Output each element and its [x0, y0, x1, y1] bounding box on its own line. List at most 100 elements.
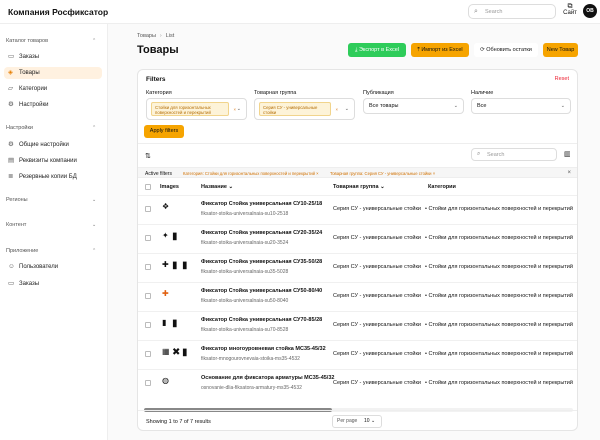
- sidebar-item-products[interactable]: ◈ Товары: [4, 67, 102, 79]
- product-thumbnail: ▮: [172, 231, 178, 242]
- row-checkbox[interactable]: [145, 235, 151, 241]
- product-category-label: Стойки для горизонтальных поверхностей и…: [428, 380, 573, 386]
- remove-chip-icon[interactable]: ×: [316, 171, 318, 176]
- breadcrumb-products[interactable]: Товары: [137, 33, 156, 39]
- table-row[interactable]: ▦ ✖ ▮ Фиксатор многоуровневая стойка МС35-4…: [138, 340, 577, 367]
- sidebar-item-app-orders[interactable]: ▭ Заказы: [4, 278, 102, 290]
- row-checkbox[interactable]: [145, 380, 151, 386]
- refresh-stock-button[interactable]: ⟳ Обновить остатки: [474, 43, 538, 57]
- columns-icon[interactable]: ▥: [564, 150, 571, 158]
- product-name[interactable]: Фиксатор Стойка универсальная СУ20-35/24: [201, 230, 322, 236]
- chevron-up-icon: ⌃: [92, 38, 97, 44]
- sidebar-item-label: Заказы: [19, 54, 40, 60]
- table-row[interactable]: ✦ ▮ Фиксатор Стойка универсальная СУ20-35/…: [138, 224, 577, 251]
- remove-tag-icon[interactable]: ×: [335, 107, 338, 112]
- product-name[interactable]: Фиксатор многоуровневая стойка МС35-45/3…: [201, 346, 326, 352]
- results-summary: Showing 1 to 7 of 7 results: [146, 419, 211, 425]
- row-checkbox[interactable]: [145, 264, 151, 270]
- clear-active-filters-icon[interactable]: ×: [567, 170, 571, 176]
- avatar[interactable]: OB: [583, 4, 597, 18]
- product-name[interactable]: Фиксатор Стойка универсальная СУ70-85/28: [201, 317, 322, 323]
- product-name[interactable]: Фиксатор Стойка универсальная СУ50-80/40: [201, 288, 322, 294]
- chevron-down-icon: ⌄: [92, 222, 97, 228]
- per-page-select[interactable]: Per page 10 ⌄: [332, 415, 382, 428]
- table-row[interactable]: ❖ Фиксатор Стойка универсальная СУ10-25/1…: [138, 195, 577, 222]
- table-row[interactable]: ◍ Основание для фиксатора арматуры МС35-4…: [138, 369, 577, 396]
- group-filter-select[interactable]: Серия СУ - универсальные стойки × ⌄: [254, 98, 355, 120]
- sidebar-item-orders[interactable]: ▭ Заказы: [4, 51, 102, 63]
- sidebar-section-app[interactable]: Приложение ⌃: [6, 248, 102, 254]
- product-name[interactable]: Фиксатор Стойка универсальная СУ35-50/28: [201, 259, 322, 265]
- sidebar-section-content[interactable]: Контент ⌄: [6, 222, 102, 228]
- sidebar-item-settings[interactable]: ⚙ Настройки: [4, 99, 102, 111]
- row-checkbox[interactable]: [145, 351, 151, 357]
- reset-filters-link[interactable]: Reset: [555, 76, 569, 82]
- sidebar-item-label: Настройки: [19, 102, 49, 108]
- table-row[interactable]: ▮ ▮ Фиксатор Стойка универсальная СУ70-85/…: [138, 311, 577, 338]
- table-row[interactable]: ✚ Фиксатор Стойка универсальная СУ50-80/4…: [138, 282, 577, 309]
- chevron-down-icon: ⌄: [92, 197, 97, 203]
- orders-icon: ▭: [8, 53, 15, 60]
- publication-filter-select[interactable]: Все товары ⌄: [363, 98, 464, 114]
- sidebar-item-general-settings[interactable]: ⚙ Общие настройки: [4, 139, 102, 151]
- remove-tag-icon[interactable]: ×: [233, 107, 236, 112]
- import-excel-button[interactable]: ⤒ Импорт из Excel: [411, 43, 469, 57]
- new-product-button[interactable]: New Товар: [543, 43, 578, 57]
- row-checkbox[interactable]: [145, 206, 151, 212]
- select-all-checkbox[interactable]: [145, 184, 151, 190]
- product-images[interactable]: ❖: [162, 202, 192, 216]
- site-link[interactable]: ⧉ Сайт: [562, 3, 578, 17]
- category-filter-select[interactable]: Стойки для горизонтальных поверхностей и…: [146, 98, 247, 120]
- product-images[interactable]: ▦ ✖ ▮: [162, 347, 192, 361]
- table-search-placeholder: Search: [487, 152, 505, 158]
- product-images[interactable]: ◍: [162, 376, 192, 390]
- per-page-label: Per page: [337, 418, 358, 424]
- table-search-input[interactable]: ⌕ Search: [471, 148, 557, 161]
- stock-filter-select[interactable]: Все ⌄: [471, 98, 571, 114]
- active-filter-chip[interactable]: Категория: Стойки для горизонтальных пов…: [183, 171, 319, 176]
- product-images[interactable]: ▮ ▮: [162, 318, 192, 332]
- publication-filter-value: Все товары: [369, 103, 399, 109]
- sidebar-section-regions[interactable]: Регионы ⌄: [6, 197, 102, 203]
- stock-filter-label: Наличие: [471, 90, 494, 96]
- product-category-label: Стойки для горизонтальных поверхностей и…: [428, 351, 573, 357]
- sort-icon[interactable]: ⇅: [145, 152, 151, 160]
- apply-filters-button[interactable]: Apply filters: [144, 125, 184, 138]
- per-page-value: 10 ⌄: [364, 418, 376, 424]
- row-checkbox[interactable]: [145, 293, 151, 299]
- orders-icon: ▭: [8, 280, 15, 287]
- product-name[interactable]: Основание для фиксатора арматуры МС35-45…: [201, 375, 334, 381]
- product-category-label: Стойки для горизонтальных поверхностей и…: [428, 235, 573, 241]
- sidebar-item-company-details[interactable]: ▤ Реквизиты компании: [4, 155, 102, 167]
- active-filter-chip[interactable]: Товарная группа: Серия СУ - универсальны…: [330, 171, 435, 176]
- product-category: • Стойки для горизонтальных поверхностей…: [425, 235, 573, 241]
- row-checkbox[interactable]: [145, 322, 151, 328]
- sort-chevron-icon: ⌄: [380, 184, 385, 190]
- remove-chip-icon[interactable]: ×: [433, 171, 435, 176]
- column-header-group[interactable]: Товарная группа ⌄: [333, 184, 385, 190]
- sidebar-section-label: Приложение: [6, 248, 39, 254]
- site-link-label: Сайт: [563, 10, 577, 16]
- stock-filter-value: Все: [477, 103, 487, 109]
- brand-name[interactable]: Компания Росфиксатор: [8, 7, 108, 17]
- column-header-name[interactable]: Название ⌄: [201, 184, 233, 190]
- product-images[interactable]: ✦ ▮: [162, 231, 192, 245]
- sidebar-item-users[interactable]: ☺ Пользователи: [4, 261, 102, 273]
- product-images[interactable]: ✚ ▮ ▮: [162, 260, 192, 274]
- product-thumbnail: ✚: [162, 289, 169, 298]
- table-row[interactable]: ✚ ▮ ▮ Фиксатор Стойка универсальная СУ35-50…: [138, 253, 577, 280]
- sidebar-item-categories[interactable]: ▱ Категории: [4, 83, 102, 95]
- sidebar-item-db-backups[interactable]: ≣ Резервные копии БД: [4, 171, 102, 183]
- gear-icon: ⚙: [8, 141, 14, 148]
- product-images[interactable]: ✚: [162, 289, 192, 303]
- sidebar-item-label: Товары: [19, 70, 40, 76]
- category-filter-label: Категория: [146, 90, 172, 96]
- global-search[interactable]: ⌕ Search: [468, 4, 556, 19]
- sidebar-section-settings[interactable]: Настройки ⌃: [6, 125, 102, 131]
- sidebar-section-catalog[interactable]: Каталог товаров ⌃: [6, 38, 102, 44]
- product-thumbnail: ✦: [162, 231, 169, 240]
- export-excel-button[interactable]: ⤓ Экспорт в Excel: [348, 43, 406, 57]
- product-name[interactable]: Фиксатор Стойка универсальная СУ10-25/18: [201, 201, 322, 207]
- product-thumbnail: ▦: [162, 347, 170, 356]
- active-filters-bar: Active filters Категория: Стойки для гор…: [138, 167, 577, 178]
